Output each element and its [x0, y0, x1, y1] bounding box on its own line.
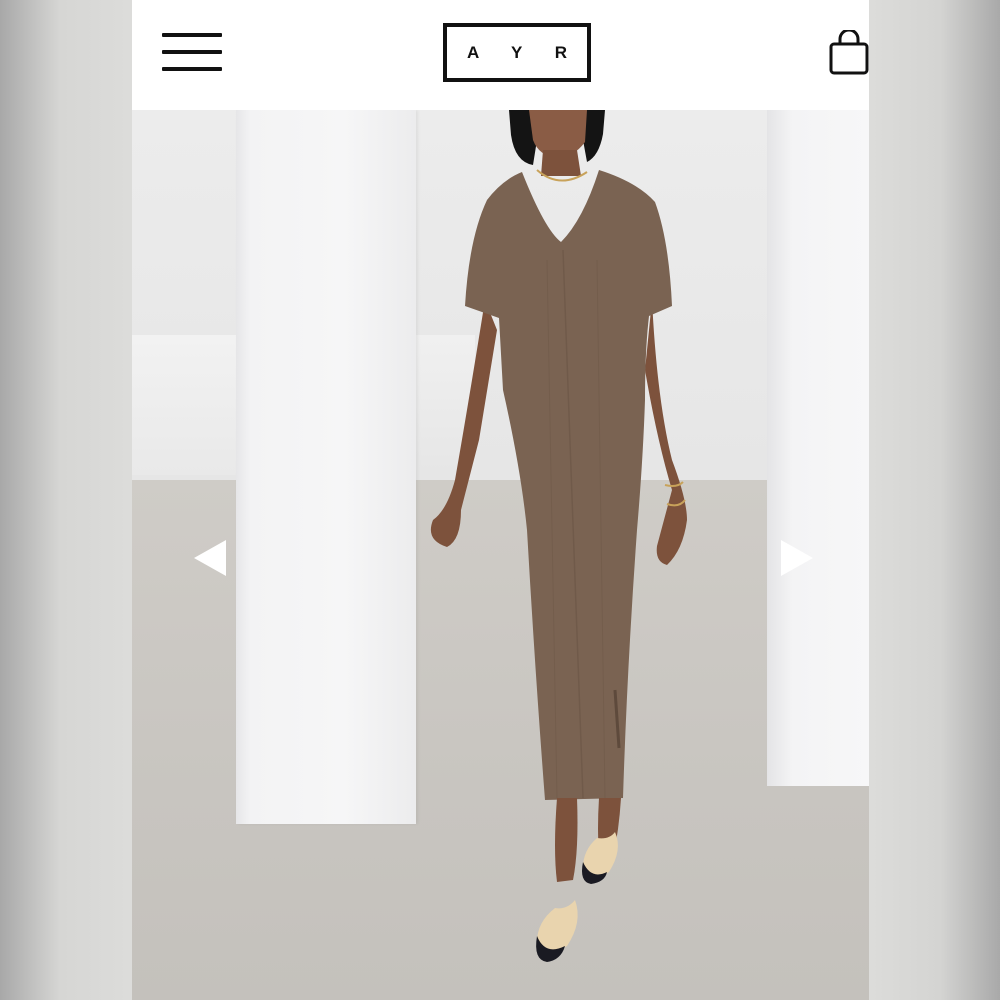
- brand-logo[interactable]: A Y R: [443, 23, 591, 82]
- hamburger-menu-icon[interactable]: [162, 33, 222, 73]
- shopping-bag-icon[interactable]: [829, 28, 869, 76]
- site-header: A Y R: [132, 0, 869, 110]
- logo-text: A Y R: [466, 42, 582, 62]
- arrow-right-icon[interactable]: [777, 538, 817, 578]
- product-image[interactable]: [132, 110, 869, 1000]
- background-bench: [132, 335, 242, 475]
- phone-frame: A Y R: [132, 0, 869, 1000]
- white-pillar: [767, 110, 869, 786]
- arrow-left-icon[interactable]: [190, 538, 230, 578]
- model-figure: [430, 110, 687, 962]
